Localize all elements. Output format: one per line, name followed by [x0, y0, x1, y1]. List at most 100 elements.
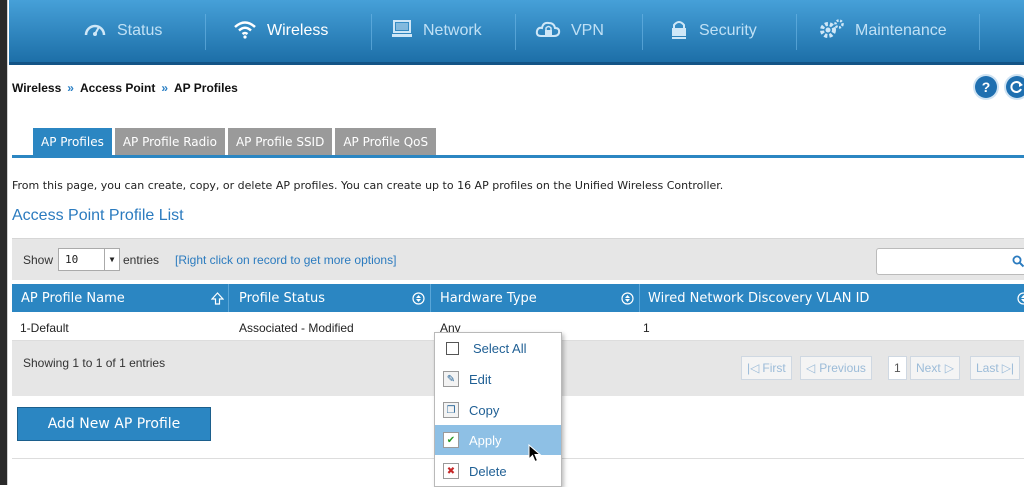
- checkbox-icon: [446, 341, 459, 355]
- mouse-cursor-icon: [528, 444, 542, 463]
- search-input[interactable]: [876, 248, 1024, 275]
- copy-icon: ❐: [443, 402, 459, 418]
- lock-icon: [669, 19, 699, 44]
- nav-item-wireless[interactable]: Wireless: [233, 0, 328, 62]
- refresh-button[interactable]: [1006, 76, 1024, 98]
- tab-bar: AP Profiles AP Profile Radio AP Profile …: [33, 128, 439, 155]
- context-menu: Select All ✎ Edit ❐ Copy ✔ Apply ✖ Delet…: [434, 332, 562, 487]
- delete-icon: ✖: [443, 463, 459, 479]
- list-title: Access Point Profile List: [12, 207, 184, 224]
- top-navigation-bar: Status Wireless Network VPN Security Mai…: [9, 0, 1024, 65]
- entries-per-page-select[interactable]: 10 ▼: [58, 248, 120, 271]
- add-new-ap-profile-button[interactable]: Add New AP Profile: [18, 408, 210, 440]
- table-toolbar: Show 10 ▼ entries [Right click on record…: [12, 238, 1024, 280]
- wifi-icon: [233, 19, 267, 44]
- column-header-wired-network-discovery-vlan-id[interactable]: Wired Network Discovery VLAN ID: [648, 284, 869, 312]
- page-description: From this page, you can create, copy, or…: [12, 179, 724, 192]
- checkmark-icon: ✔: [443, 432, 459, 448]
- context-menu-delete[interactable]: ✖ Delete: [435, 456, 561, 486]
- window-frame-left: [0, 0, 8, 485]
- current-page-button[interactable]: 1: [888, 356, 907, 380]
- breadcrumb-wireless[interactable]: Wireless: [12, 81, 61, 95]
- nav-item-network[interactable]: Network: [391, 0, 482, 62]
- table-header: AP Profile Name Profile Status Hardware …: [12, 284, 1024, 312]
- showing-entries-text: Showing 1 to 1 of 1 entries: [23, 356, 166, 370]
- cell-ap-profile-name: 1-Default: [20, 321, 69, 335]
- column-separator: [639, 284, 640, 312]
- tab-ap-profile-ssid[interactable]: AP Profile SSID: [227, 128, 333, 155]
- select-all-label: Select All: [473, 340, 527, 356]
- cloud-lock-icon: [535, 19, 571, 44]
- gears-icon: [819, 18, 855, 44]
- tab-ap-profile-qos[interactable]: AP Profile QoS: [335, 128, 437, 155]
- nav-label-security: Security: [699, 22, 757, 39]
- cell-vlan-id: 1: [643, 321, 650, 335]
- apply-label: Apply: [469, 432, 502, 448]
- nav-separator: [371, 14, 372, 50]
- monitor-icon: [391, 19, 423, 44]
- last-page-icon: ▷|: [1001, 361, 1015, 375]
- page-content: Status Wireless Network VPN Security Mai…: [9, 0, 1024, 487]
- right-click-hint: [Right click on record to get more optio…: [175, 253, 397, 267]
- next-label: Next: [916, 361, 941, 375]
- previous-page-icon: ◁: [806, 361, 816, 375]
- nav-label-status: Status: [117, 22, 163, 39]
- nav-item-security[interactable]: Security: [669, 0, 757, 62]
- nav-separator: [979, 14, 980, 50]
- help-button[interactable]: ?: [975, 76, 997, 98]
- delete-label: Delete: [469, 463, 507, 479]
- nav-item-vpn[interactable]: VPN: [535, 0, 604, 62]
- breadcrumb-separator: »: [67, 81, 74, 95]
- nav-label-maintenance: Maintenance: [855, 22, 947, 39]
- cell-profile-status: Associated - Modified: [239, 321, 354, 335]
- first-label: First: [762, 361, 786, 375]
- edit-label: Edit: [469, 371, 492, 387]
- column-header-hardware-type[interactable]: Hardware Type: [440, 284, 537, 312]
- last-label: Last: [976, 361, 999, 375]
- nav-label-vpn: VPN: [571, 22, 604, 39]
- nav-separator: [515, 14, 516, 50]
- breadcrumb-access-point[interactable]: Access Point: [80, 81, 155, 95]
- column-header-profile-status[interactable]: Profile Status: [239, 284, 325, 312]
- previous-page-button[interactable]: ◁ Previous: [800, 356, 872, 380]
- refresh-icon: [1010, 81, 1023, 93]
- nav-label-wireless: Wireless: [267, 22, 329, 39]
- first-page-button[interactable]: |◁ First: [741, 356, 792, 380]
- nav-separator: [205, 14, 206, 50]
- column-header-ap-profile-name[interactable]: AP Profile Name: [21, 284, 125, 312]
- last-page-button[interactable]: Last ▷|: [970, 356, 1021, 380]
- pencil-icon: ✎: [443, 371, 459, 387]
- next-page-icon: ▷: [944, 361, 954, 375]
- breadcrumb-ap-profiles: AP Profiles: [174, 81, 238, 95]
- tab-ap-profiles[interactable]: AP Profiles: [33, 128, 112, 155]
- column-separator: [430, 284, 431, 312]
- tab-underline: [12, 155, 1024, 158]
- chevron-down-icon: ▼: [104, 249, 119, 270]
- copy-label: Copy: [469, 402, 500, 418]
- nav-item-maintenance[interactable]: Maintenance: [819, 0, 947, 62]
- previous-label: Previous: [819, 361, 866, 375]
- gauge-icon: [83, 19, 117, 44]
- next-page-button[interactable]: Next ▷: [910, 356, 960, 380]
- entries-value: 10: [65, 253, 79, 266]
- search-icon: [1012, 255, 1024, 268]
- nav-item-status[interactable]: Status: [83, 0, 162, 62]
- first-page-icon: |◁: [747, 361, 760, 375]
- sort-toggle-icon: [412, 292, 425, 305]
- nav-label-network: Network: [423, 22, 482, 39]
- context-menu-edit[interactable]: ✎ Edit: [435, 364, 561, 394]
- breadcrumb: Wireless » Access Point » AP Profiles: [12, 81, 238, 95]
- sort-toggle-icon: [1017, 292, 1024, 305]
- entries-label: entries: [123, 253, 160, 267]
- nav-separator: [642, 14, 643, 50]
- column-separator: [228, 284, 229, 312]
- tab-ap-profile-radio[interactable]: AP Profile Radio: [114, 128, 225, 155]
- context-menu-apply[interactable]: ✔ Apply: [435, 425, 561, 455]
- context-menu-select-all[interactable]: Select All: [435, 333, 561, 363]
- show-label: Show: [23, 253, 54, 267]
- breadcrumb-separator: »: [161, 81, 169, 95]
- nav-separator: [796, 14, 797, 50]
- sort-toggle-icon: [621, 292, 634, 305]
- context-menu-copy[interactable]: ❐ Copy: [435, 395, 561, 425]
- sort-up-icon: [211, 292, 224, 305]
